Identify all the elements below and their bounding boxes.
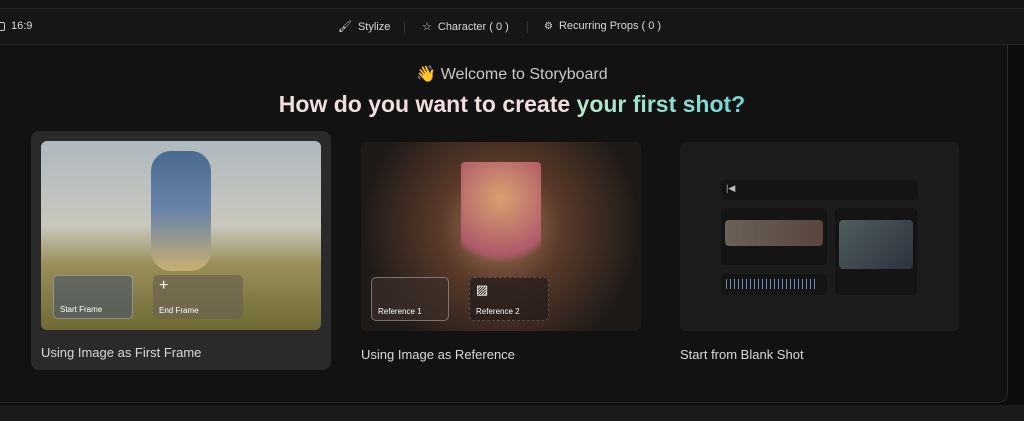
end-frame-label: End Frame — [159, 306, 199, 315]
plus-icon: + — [159, 277, 169, 294]
start-frame-label: Start Frame — [60, 305, 103, 314]
bottom-bar — [0, 405, 1024, 421]
wave-icon: 👋 — [416, 66, 437, 83]
waveform-placeholder — [721, 274, 827, 295]
card-blank-shot[interactable]: |◀︎ Start from Blank Shot — [670, 132, 970, 371]
reference-2-slot[interactable]: ▨ Reference 2 — [469, 277, 549, 321]
welcome-label: Welcome to Storyboard — [440, 66, 608, 83]
character-icon: ☆ — [422, 21, 432, 33]
reference-2-label: Reference 2 — [476, 307, 520, 316]
stylize-label: Stylize — [357, 20, 391, 33]
card-reference[interactable]: Reference 1 ▨ Reference 2 Using Image as … — [351, 132, 651, 371]
brush-icon: 🖌︎ — [338, 21, 352, 33]
shot-card-placeholder — [835, 208, 917, 295]
page-title: How do you want to create your first sho… — [0, 91, 1024, 118]
toolbar: 16:9 🖌︎ Stylize ☆ Character ( 0 ) ⚙︎ Rec… — [0, 9, 1024, 45]
reference-1-label: Reference 1 — [378, 307, 422, 316]
audio-track-bar: |◀︎ — [721, 180, 918, 200]
title-part1: How do you want to create — [278, 91, 577, 117]
character-label: Character ( 0 ) — [437, 20, 509, 33]
card-label: Using Image as Reference — [361, 347, 515, 362]
card-label: Start from Blank Shot — [680, 347, 804, 362]
aspect-ratio-icon — [0, 21, 5, 31]
reference-1-slot[interactable]: Reference 1 — [371, 277, 449, 321]
aspect-ratio-label: 16:9 — [11, 20, 33, 32]
person-figure — [461, 162, 541, 282]
reference-preview-image: Reference 1 ▨ Reference 2 — [361, 142, 641, 331]
recurring-props-button[interactable]: ⚙︎ Recurring Props ( 0 ) — [544, 20, 661, 32]
end-frame-slot[interactable]: + End Frame — [153, 275, 243, 319]
shot-card-placeholder — [721, 208, 827, 265]
title-part2: your first shot? — [576, 91, 746, 117]
thumbnail-placeholder — [725, 220, 823, 246]
props-label: Recurring Props ( 0 ) — [558, 20, 662, 32]
aspect-ratio-button[interactable]: 16:9 — [0, 20, 32, 32]
thumbnail-placeholder — [839, 220, 913, 269]
start-frame-slot[interactable]: Start Frame — [53, 275, 133, 319]
speaker-icon: |◀︎ — [726, 183, 736, 193]
first-frame-preview-image: Start Frame + End Frame — [41, 141, 321, 330]
window-top-strip — [0, 0, 1024, 9]
card-first-frame[interactable]: Start Frame + End Frame Using Image as Fi… — [31, 131, 331, 370]
character-button[interactable]: ☆ Character ( 0 ) — [422, 20, 509, 34]
props-icon: ⚙︎ — [544, 20, 553, 32]
divider — [404, 21, 405, 33]
image-icon: ▨ — [476, 282, 489, 297]
blank-shot-preview: |◀︎ — [680, 142, 959, 331]
person-figure — [151, 151, 211, 271]
stylize-button[interactable]: 🖌︎ Stylize — [338, 20, 391, 34]
divider — [527, 21, 528, 33]
card-label: Using Image as First Frame — [41, 345, 202, 360]
welcome-text: 👋 Welcome to Storyboard — [0, 64, 1024, 84]
